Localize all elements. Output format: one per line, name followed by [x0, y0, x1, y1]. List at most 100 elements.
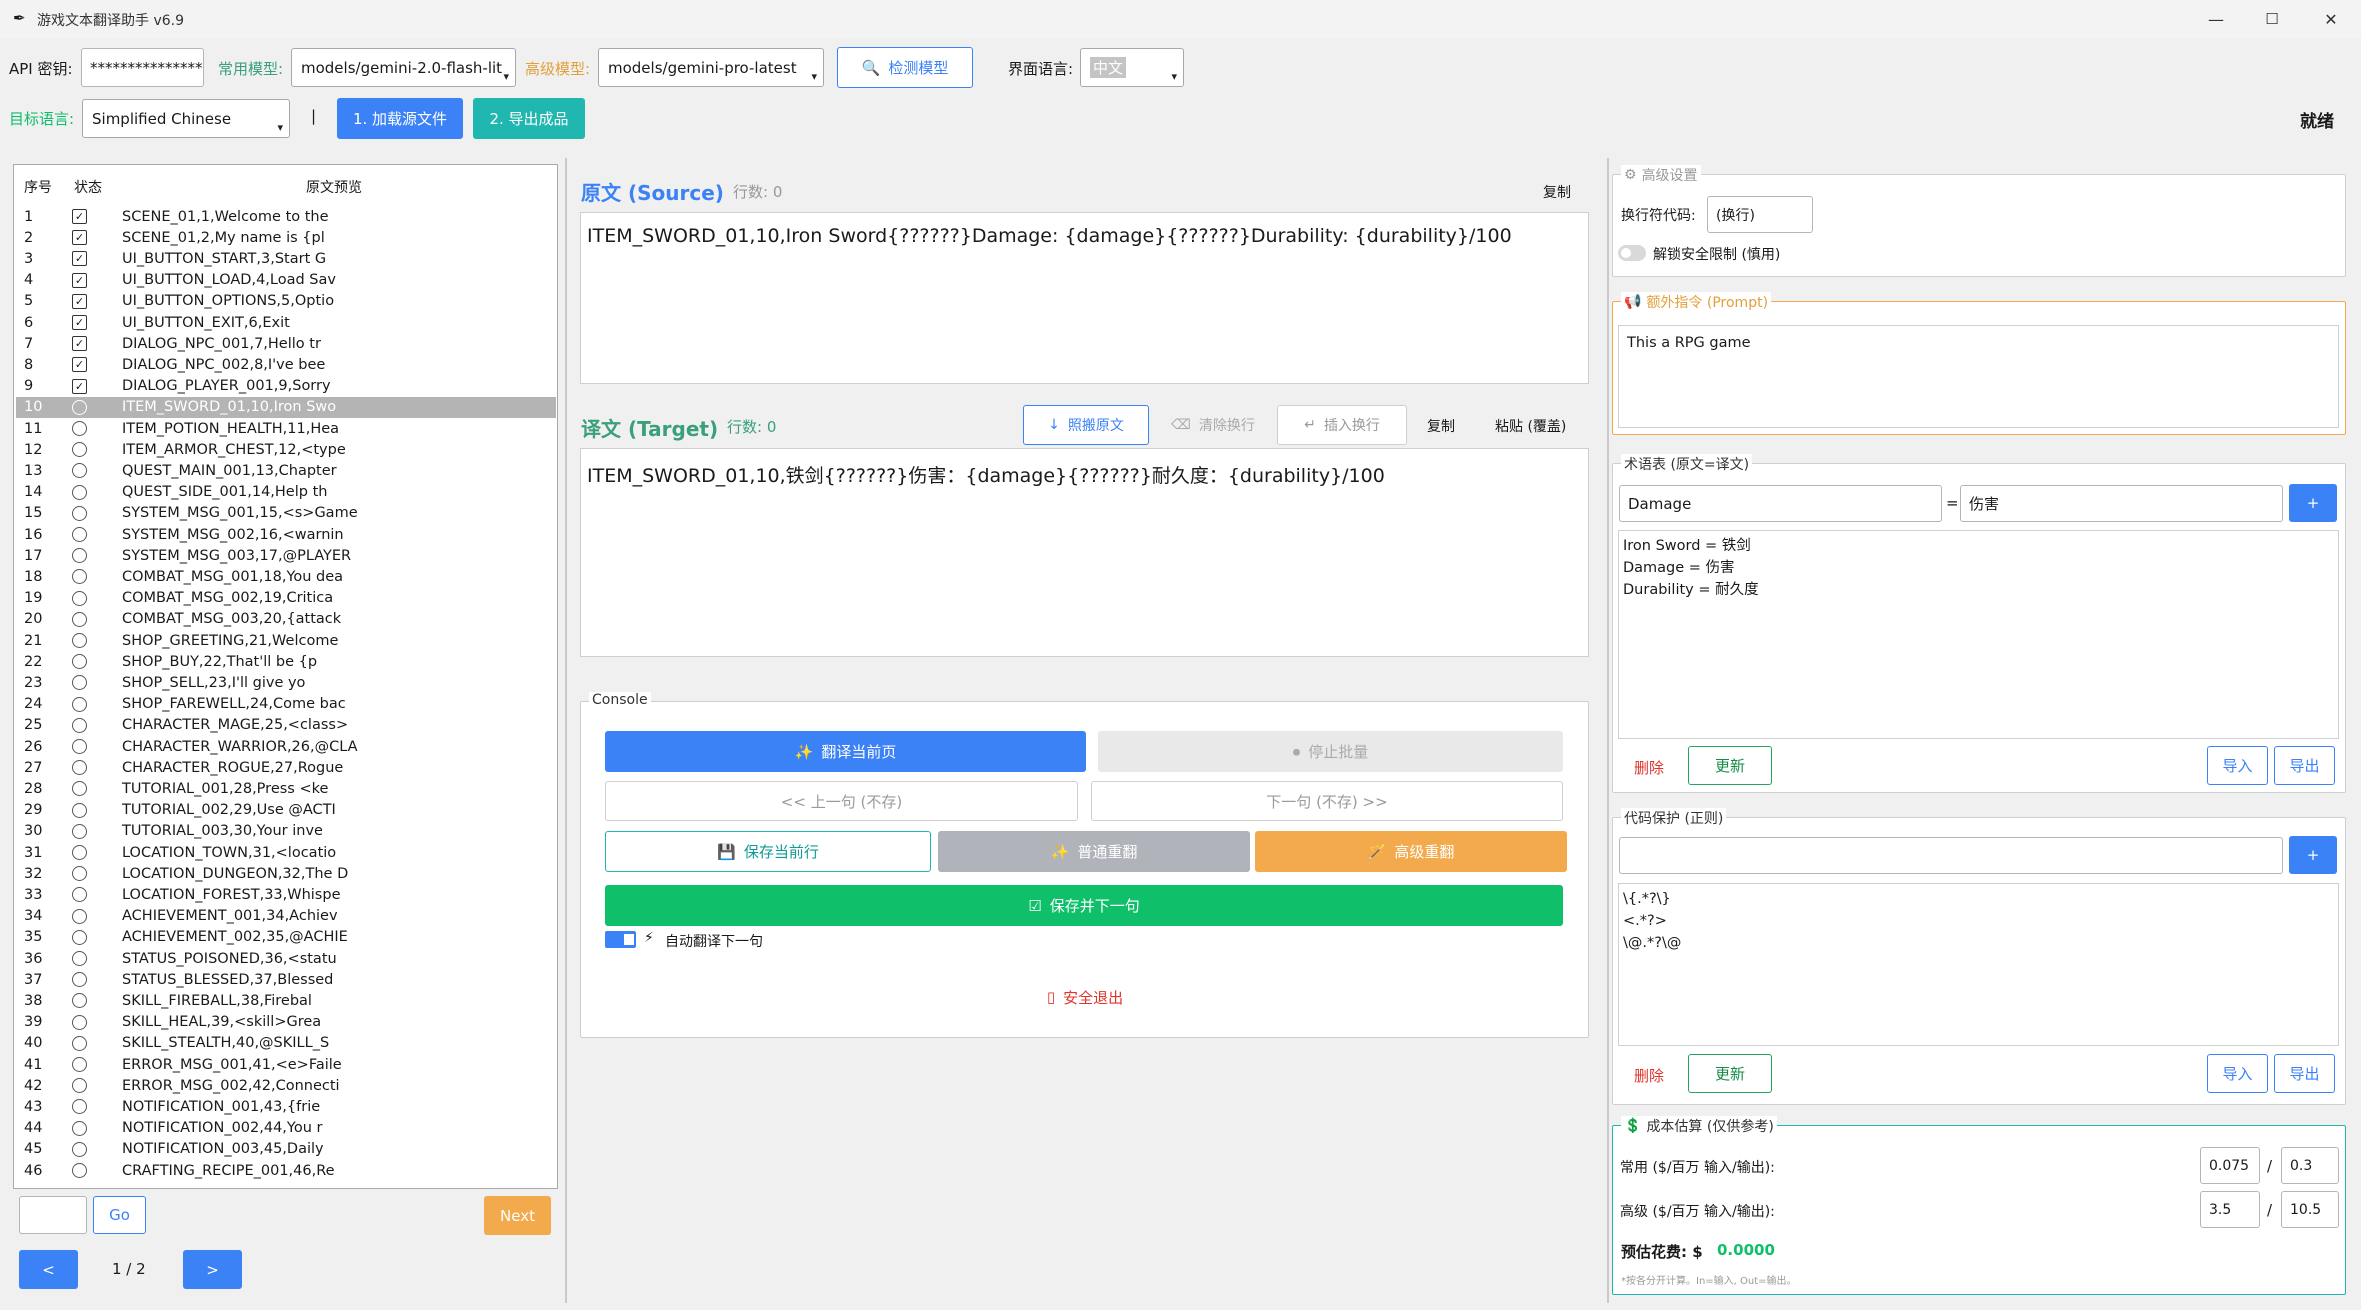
glossary-source-input[interactable]: Damage: [1619, 485, 1942, 522]
export-button[interactable]: 2. 导出成品: [473, 98, 585, 139]
minimize-button[interactable]: —: [2186, 0, 2246, 38]
list-item[interactable]: 30 TUTORIAL_003,30,Your inve: [16, 821, 556, 842]
detect-model-button[interactable]: 🔍 检测模型: [837, 47, 973, 88]
glossary-list[interactable]: Iron Sword = 铁剑 Damage = 伤害 Durability =…: [1618, 530, 2339, 739]
auto-translate-toggle[interactable]: [605, 931, 636, 948]
list-item[interactable]: 18 COMBAT_MSG_001,18,You dea: [16, 566, 556, 587]
list-item[interactable]: 34 ACHIEVEMENT_001,34,Achiev: [16, 906, 556, 927]
right-splitter[interactable]: [1607, 158, 1609, 1303]
next-button[interactable]: Next: [484, 1196, 551, 1235]
list-item[interactable]: 42 ERROR_MSG_002,42,Connecti: [16, 1075, 556, 1096]
next-sentence-button[interactable]: 下一句 (不存) >>: [1091, 781, 1563, 821]
row-list[interactable]: 序号 状态 原文预览 1 ✓ SCENE_01,1,Welcome to the 2 ✓…: [13, 164, 558, 1189]
glossary-add-button[interactable]: +: [2289, 484, 2337, 522]
code-protect-add-button[interactable]: +: [2289, 836, 2337, 874]
unlock-safety-toggle[interactable]: [1618, 245, 1646, 261]
list-item[interactable]: 35 ACHIEVEMENT_002,35,@ACHIE: [16, 927, 556, 948]
stop-batch-button[interactable]: ⏺ 停止批量: [1098, 731, 1563, 772]
translate-page-button[interactable]: ✨ 翻译当前页: [605, 731, 1086, 772]
list-item[interactable]: 8 ✓ DIALOG_NPC_002,8,I've bee: [16, 354, 556, 375]
list-item[interactable]: 13 QUEST_MAIN_001,13,Chapter: [16, 460, 556, 481]
list-item[interactable]: 10 ITEM_SWORD_01,10,Iron Swo: [16, 396, 556, 418]
list-item[interactable]: 26 CHARACTER_WARRIOR,26,@CLA: [16, 736, 556, 757]
code-protect-list[interactable]: \{.*?\} <.*?> \@.*?\@: [1618, 883, 2339, 1046]
left-splitter[interactable]: [565, 158, 567, 1303]
go-button[interactable]: Go: [93, 1196, 146, 1234]
list-item[interactable]: 43 NOTIFICATION_001,43,{frie: [16, 1096, 556, 1117]
next-page-button[interactable]: >: [183, 1250, 242, 1289]
glossary-delete-button[interactable]: 删除: [1634, 757, 1664, 778]
list-item[interactable]: 37 STATUS_BLESSED,37,Blessed: [16, 969, 556, 990]
list-item[interactable]: 32 LOCATION_DUNGEON,32,The D: [16, 863, 556, 884]
list-item[interactable]: 25 CHARACTER_MAGE,25,<class>: [16, 715, 556, 736]
code-protect-import-button[interactable]: 导入: [2207, 1054, 2268, 1093]
glossary-export-button[interactable]: 导出: [2274, 746, 2335, 785]
target-language-select[interactable]: Simplified Chinese ▾: [82, 99, 290, 138]
code-protect-update-button[interactable]: 更新: [1688, 1054, 1772, 1093]
list-item[interactable]: 24 SHOP_FAREWELL,24,Come bac: [16, 694, 556, 715]
prev-sentence-button[interactable]: << 上一句 (不存): [605, 781, 1078, 821]
target-copy-button[interactable]: 复制: [1427, 416, 1455, 436]
list-item[interactable]: 29 TUTORIAL_002,29,Use @ACTI: [16, 800, 556, 821]
paste-overwrite-button[interactable]: 粘贴 (覆盖): [1495, 416, 1566, 436]
save-row-button[interactable]: 💾 保存当前行: [605, 831, 931, 872]
insert-newline-button[interactable]: ↵ 插入换行: [1277, 405, 1407, 445]
list-item[interactable]: 1 ✓ SCENE_01,1,Welcome to the: [16, 206, 556, 227]
copy-source-button[interactable]: ↓ 照搬原文: [1023, 405, 1149, 445]
list-item[interactable]: 36 STATUS_POISONED,36,<statu: [16, 948, 556, 969]
save-next-button[interactable]: ☑ 保存并下一句: [605, 885, 1563, 926]
list-item[interactable]: 4 ✓ UI_BUTTON_LOAD,4,Load Sav: [16, 270, 556, 291]
list-item[interactable]: 17 SYSTEM_MSG_003,17,@PLAYER: [16, 545, 556, 566]
list-item[interactable]: 40 SKILL_STEALTH,40,@SKILL_S: [16, 1033, 556, 1054]
list-item[interactable]: 21 SHOP_GREETING,21,Welcome: [16, 630, 556, 651]
list-item[interactable]: 41 ERROR_MSG_001,41,<e>Faile: [16, 1054, 556, 1075]
source-copy-button[interactable]: 复制: [1543, 182, 1571, 202]
safe-exit-button[interactable]: ▯ 安全退出: [1040, 985, 1130, 1009]
cost-common-output[interactable]: 0.3: [2281, 1147, 2339, 1184]
list-item[interactable]: 45 NOTIFICATION_003,45,Daily: [16, 1139, 556, 1160]
list-item[interactable]: 15 SYSTEM_MSG_001,15,<s>Game: [16, 503, 556, 524]
normal-retranslate-button[interactable]: ✨ 普通重翻: [938, 831, 1250, 872]
maximize-button[interactable]: ☐: [2242, 0, 2302, 38]
list-item[interactable]: 23 SHOP_SELL,23,I'll give yo: [16, 672, 556, 693]
list-item[interactable]: 9 ✓ DIALOG_PLAYER_001,9,Sorry: [16, 376, 556, 397]
api-key-input[interactable]: ****************: [81, 48, 204, 87]
advanced-retranslate-button[interactable]: 🪄 高级重翻: [1255, 831, 1567, 872]
list-item[interactable]: 3 ✓ UI_BUTTON_START,3,Start G: [16, 248, 556, 269]
code-protect-export-button[interactable]: 导出: [2274, 1054, 2335, 1093]
list-item[interactable]: 31 LOCATION_TOWN,31,<locatio: [16, 842, 556, 863]
close-button[interactable]: ✕: [2301, 0, 2361, 38]
list-item[interactable]: 12 ITEM_ARMOR_CHEST,12,<type: [16, 439, 556, 460]
list-item[interactable]: 39 SKILL_HEAL,39,<skill>Grea: [16, 1012, 556, 1033]
list-item[interactable]: 46 CRAFTING_RECIPE_001,46,Re: [16, 1160, 556, 1181]
clear-newline-button[interactable]: ⌫ 清除换行: [1163, 405, 1263, 445]
goto-row-input[interactable]: [19, 1196, 87, 1234]
list-item[interactable]: 14 QUEST_SIDE_001,14,Help th: [16, 482, 556, 503]
list-item[interactable]: 33 LOCATION_FOREST,33,Whispe: [16, 884, 556, 905]
list-item[interactable]: 16 SYSTEM_MSG_002,16,<warnin: [16, 524, 556, 545]
ui-language-select[interactable]: 中文 ▾: [1080, 48, 1184, 87]
list-item[interactable]: 28 TUTORIAL_001,28,Press <ke: [16, 778, 556, 799]
cost-advanced-input[interactable]: 3.5: [2200, 1191, 2260, 1228]
code-protect-delete-button[interactable]: 删除: [1634, 1065, 1664, 1086]
glossary-update-button[interactable]: 更新: [1688, 746, 1772, 785]
common-model-select[interactable]: models/gemini-2.0-flash-lit ▾: [291, 48, 516, 87]
glossary-target-input[interactable]: 伤害: [1960, 485, 2283, 522]
newline-code-input[interactable]: (换行): [1707, 196, 1813, 233]
list-item[interactable]: 6 ✓ UI_BUTTON_EXIT,6,Exit: [16, 312, 556, 333]
list-item[interactable]: 11 ITEM_POTION_HEALTH,11,Hea: [16, 418, 556, 439]
list-item[interactable]: 20 COMBAT_MSG_003,20,{attack: [16, 609, 556, 630]
list-item[interactable]: 22 SHOP_BUY,22,That'll be {p: [16, 651, 556, 672]
prev-page-button[interactable]: <: [19, 1250, 78, 1289]
code-protect-input[interactable]: [1619, 837, 2283, 874]
list-item[interactable]: 38 SKILL_FIREBALL,38,Firebal: [16, 990, 556, 1011]
list-item[interactable]: 19 COMBAT_MSG_002,19,Critica: [16, 588, 556, 609]
glossary-import-button[interactable]: 导入: [2207, 746, 2268, 785]
load-source-button[interactable]: 1. 加载源文件: [337, 98, 463, 139]
list-item[interactable]: 7 ✓ DIALOG_NPC_001,7,Hello tr: [16, 333, 556, 354]
list-item[interactable]: 5 ✓ UI_BUTTON_OPTIONS,5,Optio: [16, 291, 556, 312]
cost-common-input[interactable]: 0.075: [2200, 1147, 2260, 1184]
list-item[interactable]: 44 NOTIFICATION_002,44,You r: [16, 1118, 556, 1139]
list-item[interactable]: 2 ✓ SCENE_01,2,My name is {pl: [16, 227, 556, 248]
prompt-input[interactable]: This a RPG game: [1618, 325, 2339, 428]
